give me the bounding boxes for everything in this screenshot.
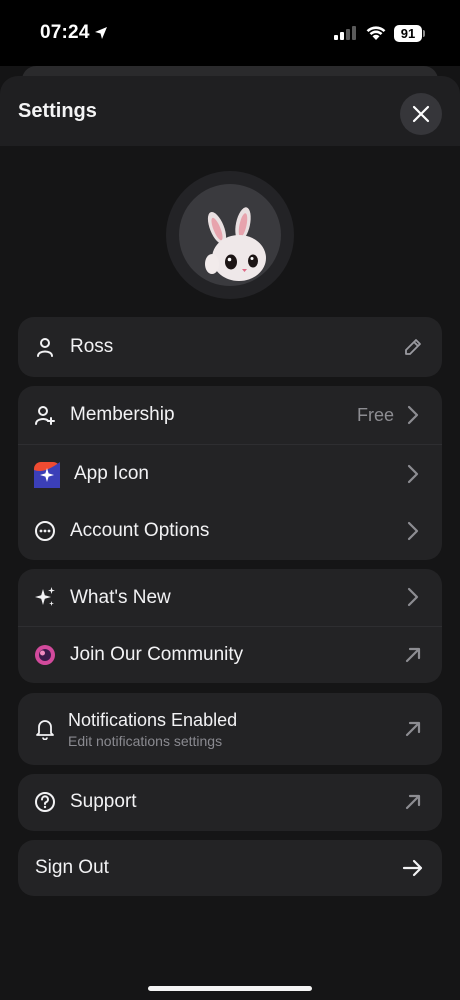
sign-out-row[interactable]: Sign Out bbox=[18, 840, 442, 896]
page-title: Settings bbox=[18, 100, 97, 122]
pencil-icon[interactable] bbox=[402, 336, 424, 358]
cellular-signal-icon bbox=[334, 26, 356, 40]
discover-card: What's New Join Our Community bbox=[18, 569, 442, 683]
account-options-label: Account Options bbox=[70, 520, 210, 541]
bell-icon bbox=[34, 718, 56, 740]
support-row[interactable]: Support bbox=[18, 774, 442, 831]
account-options-row[interactable]: Account Options bbox=[18, 502, 442, 560]
support-label: Support bbox=[70, 791, 137, 812]
arrow-up-right-icon bbox=[402, 718, 424, 740]
sheet-header: Settings bbox=[0, 76, 460, 146]
sparkles-icon bbox=[34, 586, 56, 608]
membership-value: Free bbox=[356, 405, 394, 425]
notifications-row[interactable]: Notifications Enabled Edit notifications… bbox=[18, 693, 442, 765]
more-options-icon bbox=[34, 520, 56, 542]
close-icon bbox=[412, 105, 430, 123]
arrow-up-right-icon bbox=[402, 644, 424, 666]
location-arrow-icon bbox=[95, 27, 107, 39]
support-card[interactable]: Support bbox=[18, 774, 442, 831]
arrow-right-icon bbox=[402, 857, 424, 879]
settings-sheet: Settings Ross Membership Free App Icon A… bbox=[0, 76, 460, 1000]
community-icon bbox=[34, 644, 56, 666]
status-bar: 07:24 91 bbox=[0, 0, 460, 66]
chevron-right-icon bbox=[402, 586, 424, 608]
battery-tip bbox=[423, 30, 425, 37]
membership-label: Membership bbox=[70, 404, 175, 425]
user-icon bbox=[34, 336, 56, 358]
membership-row[interactable]: Membership Free bbox=[18, 386, 442, 444]
bunny-memoji-image bbox=[179, 184, 281, 286]
profile-name: Ross bbox=[70, 336, 114, 357]
app-icon-label: App Icon bbox=[74, 463, 149, 484]
chevron-right-icon bbox=[402, 520, 424, 542]
profile-card[interactable]: Ross bbox=[18, 317, 442, 377]
app-icon-icon bbox=[34, 462, 60, 488]
notifications-card[interactable]: Notifications Enabled Edit notifications… bbox=[18, 693, 442, 765]
notifications-subtitle: Edit notifications settings bbox=[68, 733, 223, 749]
whats-new-label: What's New bbox=[70, 587, 171, 608]
app-icon-row[interactable]: App Icon bbox=[18, 444, 442, 502]
close-button[interactable] bbox=[400, 93, 442, 135]
sign-out-label: Sign Out bbox=[35, 857, 109, 878]
whats-new-row[interactable]: What's New bbox=[18, 569, 442, 626]
notifications-label: Notifications Enabled bbox=[68, 710, 238, 730]
community-row[interactable]: Join Our Community bbox=[18, 626, 442, 683]
chevron-right-icon bbox=[402, 463, 424, 485]
user-plus-icon bbox=[34, 404, 56, 426]
arrow-up-right-icon bbox=[402, 791, 424, 813]
status-time: 07:24 bbox=[40, 22, 90, 43]
battery-indicator: 91 bbox=[394, 25, 422, 42]
chevron-right-icon bbox=[402, 404, 424, 426]
wifi-icon bbox=[366, 26, 386, 40]
help-circle-icon bbox=[34, 791, 56, 813]
avatar[interactable] bbox=[166, 171, 294, 299]
profile-row[interactable]: Ross bbox=[18, 317, 442, 377]
community-label: Join Our Community bbox=[70, 644, 244, 665]
account-card: Membership Free App Icon Account Options bbox=[18, 386, 442, 560]
sign-out-card[interactable]: Sign Out bbox=[18, 840, 442, 896]
home-indicator[interactable] bbox=[148, 986, 312, 991]
